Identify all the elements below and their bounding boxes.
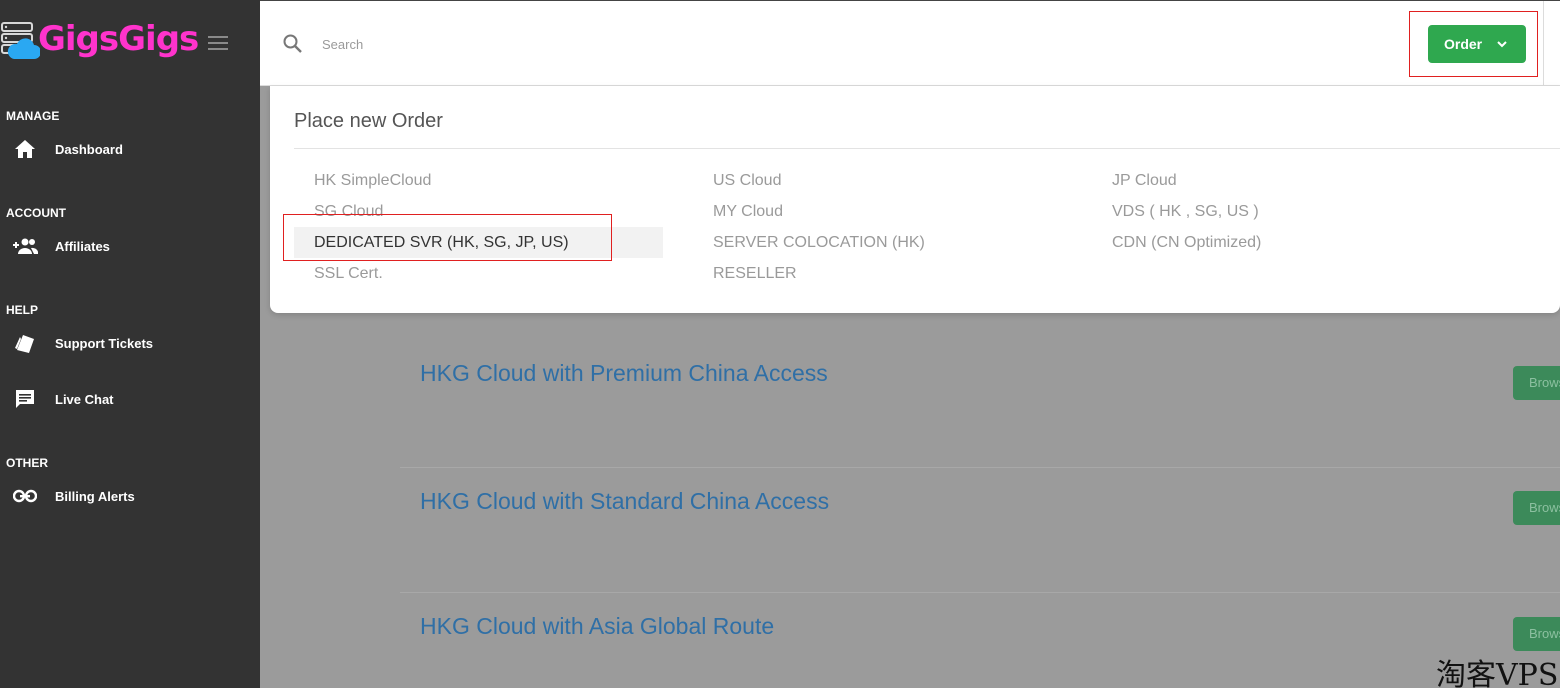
sidebar-item-label: Billing Alerts	[55, 488, 135, 504]
menu-item-jp-cloud[interactable]: JP Cloud	[1092, 165, 1461, 196]
home-icon	[12, 136, 38, 162]
menu-toggle-icon[interactable]	[208, 36, 228, 50]
search-input[interactable]	[322, 31, 722, 57]
menu-item-hk-simplecloud[interactable]: HK SimpleCloud	[294, 165, 663, 196]
users-add-icon	[12, 233, 38, 259]
chat-icon	[12, 386, 38, 412]
menu-item-ssl-cert[interactable]: SSL Cert.	[294, 258, 663, 289]
menu-item-us-cloud[interactable]: US Cloud	[693, 165, 1062, 196]
order-button[interactable]: Order	[1428, 25, 1526, 63]
dropdown-title: Place new Order	[294, 110, 443, 132]
product-title[interactable]: HKG Cloud with Standard China Access	[420, 488, 829, 515]
top-header: Order	[260, 0, 1560, 87]
sidebar-item-billing-alerts[interactable]: Billing Alerts	[0, 478, 260, 514]
brand-name: GigsGigs	[38, 19, 199, 59]
server-cloud-icon	[1, 22, 40, 59]
product-title[interactable]: HKG Cloud with Premium China Access	[420, 360, 828, 387]
section-title-help: HELP	[6, 303, 39, 317]
sidebar-item-live-chat[interactable]: Live Chat	[0, 381, 260, 417]
selection-highlight	[283, 214, 612, 261]
search-icon[interactable]	[282, 33, 304, 55]
chevron-down-icon	[1497, 41, 1507, 48]
sidebar-item-affiliates[interactable]: Affiliates	[0, 228, 260, 264]
sidebar-item-label: Dashboard	[55, 141, 123, 157]
menu-item-reseller[interactable]: RESELLER	[693, 258, 1062, 289]
menu-item-cdn[interactable]: CDN (CN Optimized)	[1092, 227, 1461, 258]
sidebar-item-dashboard[interactable]: Dashboard	[0, 131, 260, 167]
dropdown-divider	[294, 148, 1560, 149]
section-title-account: ACCOUNT	[6, 206, 66, 220]
sidebar-item-label: Live Chat	[55, 391, 114, 407]
logo[interactable]: GigsGigs	[0, 14, 199, 64]
sidebar-item-label: Affiliates	[55, 238, 110, 254]
sidebar-item-label: Support Tickets	[55, 335, 154, 351]
product-title[interactable]: HKG Cloud with Asia Global Route	[420, 613, 774, 640]
header-divider	[1543, 1, 1544, 87]
menu-item-vds[interactable]: VDS ( HK , SG, US )	[1092, 196, 1461, 227]
product-row: HKG Cloud with Premium China Access Brow…	[400, 338, 1560, 464]
product-row: HKG Cloud with Asia Global Route Browse	[400, 592, 1560, 688]
menu-item-server-colocation[interactable]: SERVER COLOCATION (HK)	[693, 227, 1062, 258]
order-button-label: Order	[1444, 36, 1483, 52]
sidebar: GigsGigs MANAGE Dashboard ACCOUNT Affili…	[0, 0, 260, 688]
browse-button[interactable]: Browse	[1513, 617, 1560, 651]
product-row: HKG Cloud with Standard China Access Bro…	[400, 467, 1560, 593]
browse-button[interactable]: Browse	[1513, 491, 1560, 525]
watermark: 淘客VPS	[1436, 658, 1559, 688]
menu-item-my-cloud[interactable]: MY Cloud	[693, 196, 1062, 227]
section-title-manage: MANAGE	[6, 109, 60, 123]
sidebar-item-support-tickets[interactable]: Support Tickets	[0, 325, 260, 361]
order-dropdown: Place new Order HK SimpleCloud SG Cloud …	[270, 86, 1560, 313]
section-title-other: OTHER	[6, 456, 48, 470]
browse-button[interactable]: Browse	[1513, 366, 1560, 400]
tickets-icon	[12, 330, 38, 356]
link-icon	[12, 483, 38, 509]
